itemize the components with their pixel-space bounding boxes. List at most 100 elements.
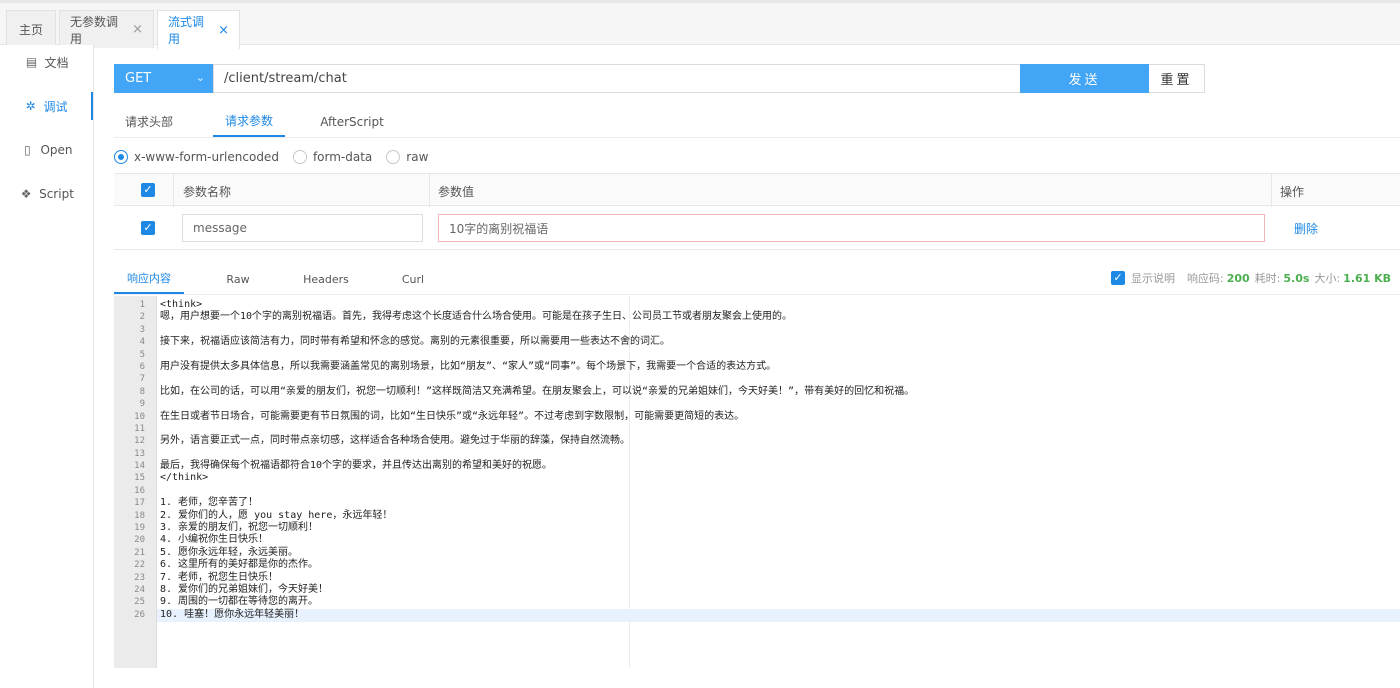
code-line: 6 用户没有提供太多具体信息，所以我需要涵盖常见的离别场景，比如“朋友”、“家人”…: [114, 361, 1400, 373]
url-input[interactable]: /client/stream/chat: [213, 64, 1021, 93]
line-text: 5. 愿你永远年轻，永远美丽。: [160, 546, 299, 558]
radio-label: raw: [406, 150, 429, 164]
line-number: 6: [139, 361, 145, 372]
divider: [429, 174, 430, 207]
line-number: 17: [134, 498, 145, 509]
tab-no-param-call[interactable]: 无参数调用 ×: [59, 10, 154, 48]
time-value: 5.0s: [1283, 271, 1310, 285]
sidebar-item-label: Open: [40, 143, 73, 157]
param-name-value: message: [193, 221, 247, 235]
line-number: 23: [134, 572, 145, 583]
show-desc-label: 显示说明: [1131, 272, 1175, 285]
tab-afterscript[interactable]: AfterScript: [314, 106, 390, 137]
radio-form-data[interactable]: form-data: [292, 150, 373, 164]
method-select[interactable]: GET ⌄: [114, 64, 213, 93]
line-text: 最后，我得确保每个祝福语都符合10个字的要求，并且传达出离别的希望和美好的祝愿。: [160, 460, 553, 472]
line-text: 4. 小编祝你生日快乐！: [160, 534, 269, 546]
close-icon[interactable]: ×: [132, 22, 143, 37]
send-button[interactable]: 发送: [1020, 64, 1149, 93]
tab-headers[interactable]: Headers: [296, 264, 356, 294]
sidebar-item-script[interactable]: ❖ Script: [0, 180, 93, 208]
line-text: 接下来，祝福语应该简洁有力，同时带有希望和怀念的感觉。离别的元素很重要，所以需要…: [160, 336, 670, 348]
code-line: 19 3. 亲爱的朋友们，祝您一切顺利！: [114, 522, 1400, 534]
code-line: 22 6. 这里所有的美好都是你的杰作。: [114, 559, 1400, 571]
params-header-row: ✓ 参数名称 参数值 操作: [114, 173, 1400, 207]
sidebar-item-docs[interactable]: ▤ 文档: [0, 48, 93, 76]
tab-home[interactable]: 主页: [6, 10, 56, 48]
header-action: 操作: [1280, 185, 1305, 199]
sidebar: ▤ 文档 ✲ 调试 ▯ Open ❖ Script: [0, 45, 94, 688]
line-number: 1: [139, 300, 145, 310]
line-number: 14: [134, 461, 145, 472]
param-name-input[interactable]: message: [182, 214, 423, 242]
show-desc-checkbox[interactable]: ✓: [1111, 271, 1125, 285]
line-number: 2: [139, 312, 145, 323]
tab-response-content[interactable]: 响应内容: [114, 264, 184, 294]
line-text: 用户没有提供太多具体信息，所以我需要涵盖常见的离别场景，比如“朋友”、“家人”或…: [160, 360, 777, 372]
line-text: 9. 周围的一切都在等待您的离开。: [160, 596, 319, 608]
sidebar-item-debug[interactable]: ✲ 调试: [0, 92, 93, 120]
radio-raw[interactable]: raw: [386, 150, 428, 164]
code-line: 14 最后，我得确保每个祝福语都符合10个字的要求，并且传达出离别的希望和美好的祝…: [114, 460, 1400, 472]
line-number: 9: [139, 399, 145, 410]
line-number: 10: [134, 411, 145, 422]
code-line: 16: [114, 485, 1400, 497]
top-tab-bar: 主页 无参数调用 × 流式调用 ×: [0, 0, 1400, 49]
line-text: <think>: [160, 299, 203, 310]
sidebar-item-label: 文档: [44, 55, 69, 70]
line-text: 1. 老师，您辛苦了！: [160, 497, 259, 509]
row-checkbox[interactable]: ✓: [141, 221, 155, 235]
code-line: 8 比如，在公司的话，可以用“亲爱的朋友们，祝您一切顺利！”这样既简洁又充满希望。…: [114, 386, 1400, 398]
time-label: 耗时:: [1254, 272, 1281, 285]
tab-raw[interactable]: Raw: [214, 264, 262, 294]
code-line: 26 10. 哇塞！愿你永远年轻美丽！: [114, 609, 1400, 621]
chevron-down-icon: ⌄: [195, 71, 205, 84]
line-text: 3. 亲爱的朋友们，祝您一切顺利！: [160, 522, 319, 534]
line-text: 6. 这里所有的美好都是你的杰作。: [160, 559, 319, 571]
radio-dot: [386, 150, 401, 164]
size-label: 大小:: [1314, 272, 1341, 285]
code-line: 25 9. 周围的一切都在等待您的离开。: [114, 596, 1400, 608]
line-text: </think>: [160, 472, 209, 484]
sidebar-item-label: 调试: [43, 99, 68, 114]
method-value: GET: [125, 71, 152, 86]
code-line: 15 </think>: [114, 472, 1400, 484]
tab-request-params[interactable]: 请求参数: [213, 106, 285, 137]
close-icon[interactable]: ×: [218, 23, 229, 38]
divider: [173, 174, 174, 207]
tab-request-headers[interactable]: 请求头部: [114, 106, 184, 137]
radio-label: form-data: [312, 150, 373, 164]
divider: [1271, 174, 1272, 207]
line-number: 22: [134, 560, 145, 571]
delete-link[interactable]: 删除: [1294, 220, 1318, 237]
radio-urlencoded[interactable]: x-www-form-urlencoded: [114, 150, 279, 164]
select-all-checkbox[interactable]: ✓: [141, 183, 155, 197]
code-line: 3: [114, 324, 1400, 336]
tab-label: 主页: [18, 23, 43, 37]
code-line: 13: [114, 448, 1400, 460]
code-line: 2 嗯，用户想要一个10个字的离别祝福语。首先，我得考虑这个长度适合什么场合使用。…: [114, 311, 1400, 323]
response-editor[interactable]: 1 <think> 2 嗯，用户想要一个10个字的离别祝福语。首先，我得考虑这个长度适…: [114, 296, 1400, 668]
line-number: 21: [134, 547, 145, 558]
code-line: 4 接下来，祝福语应该简洁有力，同时带有希望和怀念的感觉。离别的元素很重要，所以需…: [114, 336, 1400, 348]
params-table: ✓ 参数名称 参数值 操作 ✓ message 10字的离别祝福语 删除: [114, 173, 1400, 250]
code-lines: 1 <think> 2 嗯，用户想要一个10个字的离别祝福语。首先，我得考虑这个长度适…: [114, 299, 1400, 621]
reset-button[interactable]: 重置: [1149, 64, 1205, 93]
param-value-input[interactable]: 10字的离别祝福语: [438, 214, 1265, 242]
response-info: ✓ 显示说明 响应码: 200 耗时: 5.0s 大小: 1.61 KB: [1111, 270, 1396, 286]
line-number: 5: [139, 349, 145, 360]
bug-icon: ✲: [25, 99, 36, 113]
radio-dot: [292, 150, 307, 164]
tab-stream-call[interactable]: 流式调用 ×: [157, 10, 240, 49]
request-tabs: 请求头部 请求参数 AfterScript: [114, 106, 1400, 138]
line-text: 10. 哇塞！愿你永远年轻美丽！: [160, 608, 305, 620]
line-number: 13: [134, 448, 145, 459]
sidebar-item-open[interactable]: ▯ Open: [0, 136, 93, 164]
line-text: 2. 爱你们的人，愿 you stay here，永远年轻！: [160, 509, 393, 521]
line-number: 8: [139, 386, 145, 397]
line-number: 25: [134, 597, 145, 608]
tab-curl[interactable]: Curl: [394, 264, 432, 294]
param-value-value: 10字的离别祝福语: [449, 221, 549, 236]
line-number: 15: [134, 473, 145, 484]
code-line: 5: [114, 349, 1400, 361]
